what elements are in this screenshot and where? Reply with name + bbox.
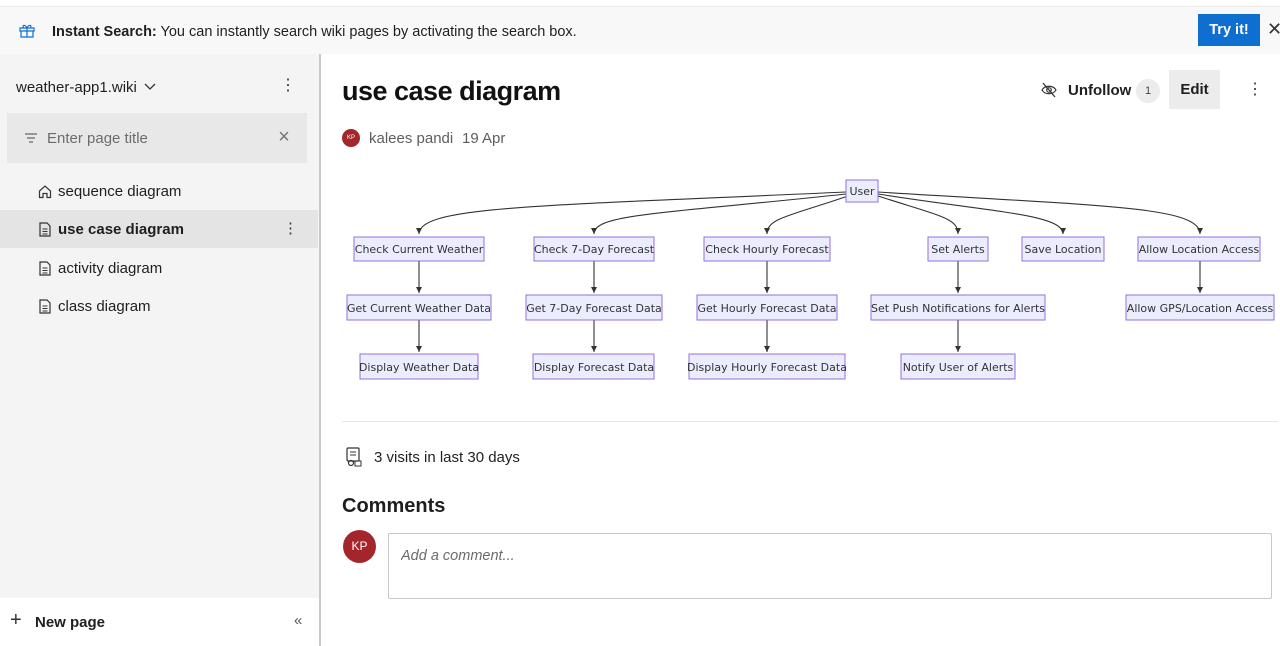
- diagram-node-label: Get Current Weather Data: [347, 302, 491, 315]
- banner-message: You can instantly search wiki pages by a…: [156, 24, 577, 40]
- diagram-node-label: Allow GPS/Location Access: [1127, 302, 1274, 315]
- page-title-filter-input[interactable]: [47, 126, 267, 150]
- diagram-node-label: Check 7-Day Forecast: [534, 243, 655, 256]
- diagram-node-label: Allow Location Access: [1139, 243, 1260, 256]
- follower-count-badge: 1: [1136, 79, 1160, 103]
- wiki-name[interactable]: weather-app1.wiki: [16, 79, 137, 96]
- banner-text: Instant Search: You can instantly search…: [52, 24, 577, 40]
- diagram-node: Allow GPS/Location Access: [1125, 294, 1275, 321]
- diagram-node-label: Save Location: [1024, 243, 1101, 256]
- diagram-node-label: Display Forecast Data: [534, 361, 654, 374]
- sidebar-item-sequence-diagram[interactable]: sequence diagram: [0, 172, 318, 210]
- diagram-node: Get 7-Day Forecast Data: [525, 294, 663, 321]
- clear-icon[interactable]: ×: [275, 127, 293, 147]
- diagram-node-label: Display Hourly Forecast Data: [687, 361, 847, 374]
- page-title: use case diagram: [342, 76, 561, 106]
- diagram-node: Display Forecast Data: [532, 353, 655, 380]
- avatar: KP: [342, 129, 360, 147]
- author-name[interactable]: kalees pandi: [369, 130, 453, 147]
- unfollow-button[interactable]: Unfollow 1: [1040, 78, 1164, 104]
- more-options-icon[interactable]: ⋮: [1247, 80, 1263, 100]
- sidebar-item-activity-diagram[interactable]: activity diagram: [0, 249, 318, 287]
- try-it-button[interactable]: Try it!: [1198, 14, 1260, 46]
- more-options-icon[interactable]: ⋮: [283, 219, 298, 239]
- diagram-node: Check Hourly Forecast: [703, 236, 831, 262]
- eye-off-icon: [1041, 82, 1057, 98]
- page-icon: [39, 222, 51, 237]
- diagram-node-label: Notify User of Alerts: [903, 361, 1014, 374]
- sidebar-item-label: sequence diagram: [58, 183, 182, 200]
- use-case-diagram: User Check Current Weather Check 7-Day F…: [346, 179, 1275, 380]
- diagram-node: Save Location: [1021, 236, 1105, 262]
- diagram-node: Set Push Notifications for Alerts: [870, 294, 1046, 321]
- diagram-node: Display Hourly Forecast Data: [687, 353, 847, 380]
- page-filter: ×: [7, 113, 307, 163]
- diagram-node-label: User: [849, 185, 875, 198]
- new-page-label: New page: [35, 614, 106, 631]
- page-icon: [39, 299, 51, 314]
- diagram-edges: [416, 191, 1203, 352]
- diagram-node: Notify User of Alerts: [900, 353, 1016, 380]
- sidebar-item-label: use case diagram: [58, 221, 184, 238]
- unfollow-label: Unfollow: [1068, 82, 1132, 99]
- diagram-node: Set Alerts: [927, 236, 989, 262]
- diagram-node: Display Weather Data: [359, 353, 479, 380]
- comment-box[interactable]: [388, 533, 1272, 599]
- page-icon: [39, 261, 51, 276]
- plus-icon: +: [10, 609, 22, 631]
- chevron-down-icon[interactable]: [143, 81, 157, 93]
- close-icon[interactable]: ✕: [1267, 19, 1280, 39]
- diagram-node: Check Current Weather: [353, 236, 485, 262]
- gift-icon: [19, 24, 35, 38]
- diagram-node-label: Check Hourly Forecast: [705, 243, 829, 256]
- sidebar-item-label: activity diagram: [58, 260, 163, 277]
- avatar: KP: [343, 530, 376, 563]
- comment-input[interactable]: [401, 546, 1251, 566]
- banner-title: Instant Search:: [52, 24, 157, 40]
- page-visits-count: 3 visits in last 30 days: [374, 449, 520, 466]
- page-visits-icon: [346, 447, 362, 467]
- collapse-sidebar-icon[interactable]: «: [294, 612, 302, 629]
- instant-search-banner: Instant Search: You can instantly search…: [0, 6, 1280, 54]
- more-options-icon[interactable]: ⋮: [280, 76, 296, 96]
- sidebar-item-label: class diagram: [58, 298, 151, 315]
- sidebar-item-use-case-diagram[interactable]: use case diagram ⋮: [0, 210, 318, 248]
- revision-date[interactable]: 19 Apr: [462, 130, 505, 147]
- sidebar-divider[interactable]: [319, 54, 321, 646]
- section-divider: [342, 421, 1278, 422]
- home-icon: [38, 185, 52, 199]
- filter-icon: [25, 133, 37, 143]
- new-page-button[interactable]: + New page «: [0, 598, 319, 646]
- diagram-node-label: Check Current Weather: [355, 243, 484, 256]
- wiki-sidebar: weather-app1.wiki ⋮ × sequence diagram u…: [0, 54, 319, 646]
- sidebar-item-class-diagram[interactable]: class diagram: [0, 287, 318, 325]
- diagram-node-label: Display Weather Data: [359, 361, 479, 374]
- diagram-node: Allow Location Access: [1137, 236, 1261, 262]
- diagram-node-label: Get Hourly Forecast Data: [698, 302, 837, 315]
- diagram-node-label: Get 7-Day Forecast Data: [526, 302, 662, 315]
- edit-button[interactable]: Edit: [1169, 70, 1220, 109]
- diagram-node: Check 7-Day Forecast: [533, 236, 655, 262]
- comments-heading: Comments: [342, 495, 446, 517]
- diagram-node-label: Set Push Notifications for Alerts: [871, 302, 1045, 315]
- diagram-node: Get Hourly Forecast Data: [696, 294, 838, 321]
- diagram-node: Get Current Weather Data: [346, 294, 492, 321]
- diagram-node-label: Set Alerts: [931, 243, 985, 256]
- diagram-node-user: User: [845, 179, 879, 203]
